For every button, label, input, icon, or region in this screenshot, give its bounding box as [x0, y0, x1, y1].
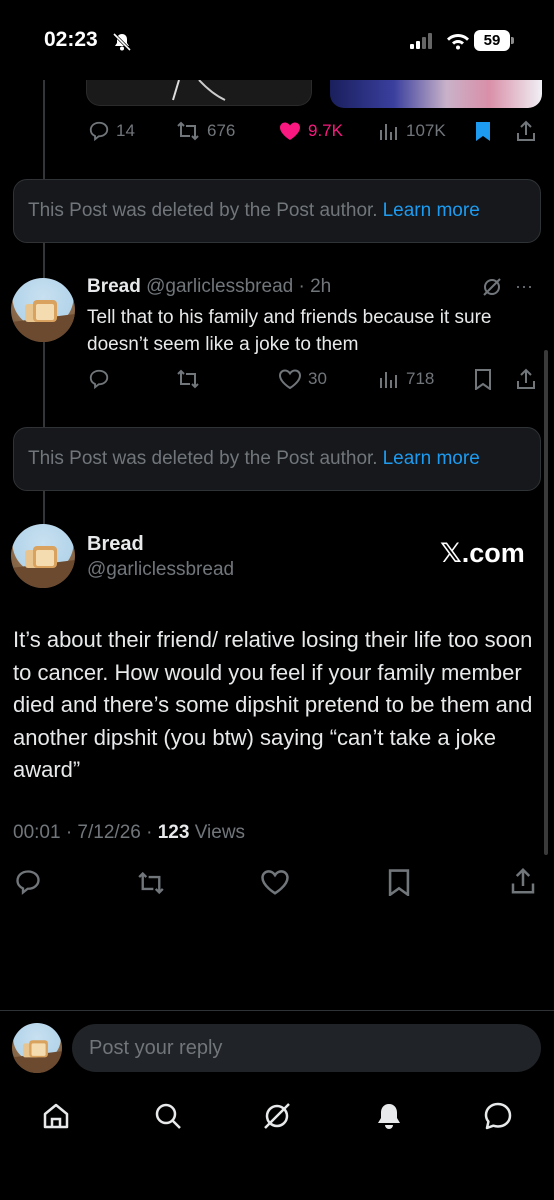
reply-text: Tell that to his family and friends beca… — [87, 307, 492, 355]
share-icon[interactable] — [509, 866, 537, 896]
thread-line — [43, 342, 45, 428]
deleted-post-notice: This Post was deleted by the Post author… — [13, 427, 541, 491]
views-count: 107K — [406, 121, 446, 140]
views-button[interactable]: 718 — [378, 368, 434, 390]
grok-icon[interactable] — [261, 1100, 293, 1132]
learn-more-link[interactable]: Learn more — [383, 200, 480, 222]
avatar[interactable] — [11, 278, 75, 342]
deleted-post-notice: This Post was deleted by the Post author… — [13, 179, 541, 243]
scrollbar[interactable] — [544, 350, 548, 855]
post-text: It’s about their friend/ relative losing… — [13, 627, 533, 782]
wifi-icon — [446, 30, 470, 50]
thread-line — [43, 490, 45, 526]
author-name[interactable]: Bread — [87, 276, 141, 297]
media-image-left[interactable] — [86, 80, 312, 106]
deleted-notice-text: This Post was deleted by the Post author… — [28, 200, 378, 221]
reply-button[interactable]: 14 — [88, 120, 135, 142]
reply-header: Bread @garliclessbread · 2h — [87, 276, 331, 298]
composer-divider — [0, 1010, 554, 1011]
views-count: 123 — [157, 822, 190, 843]
bookmark-filled-icon[interactable] — [473, 120, 493, 142]
repost-icon — [175, 120, 201, 142]
share-icon[interactable] — [515, 367, 537, 391]
author-handle: @garliclessbread — [87, 559, 235, 580]
reply-input[interactable]: Post your reply — [72, 1024, 541, 1072]
views-label: Views — [189, 822, 246, 843]
status-time: 02:23 — [44, 28, 98, 51]
views-count: 718 — [406, 369, 435, 388]
bell-slash-icon — [112, 32, 132, 52]
views-icon — [378, 368, 400, 390]
more-options-icon[interactable]: ··· — [515, 276, 533, 297]
repost-button[interactable]: 676 — [175, 120, 235, 142]
battery-indicator: 59 — [474, 30, 510, 51]
messages-icon[interactable] — [482, 1100, 514, 1132]
thread-line — [43, 80, 45, 180]
avatar[interactable] — [11, 524, 75, 588]
search-icon[interactable] — [152, 1100, 184, 1132]
reply-button[interactable] — [14, 868, 42, 896]
views-icon — [378, 120, 400, 142]
home-icon[interactable] — [40, 1100, 72, 1132]
author-handle-time: @garliclessbread · 2h — [146, 276, 332, 297]
bookmark-icon[interactable] — [386, 868, 412, 896]
views-button[interactable]: 107K — [378, 120, 446, 142]
thread-line — [43, 243, 45, 278]
learn-more-link[interactable]: Learn more — [383, 448, 480, 470]
heart-icon — [278, 368, 302, 390]
repost-count: 676 — [207, 121, 236, 140]
reply-icon — [88, 120, 110, 142]
avatar[interactable] — [12, 1023, 62, 1073]
reply-button[interactable] — [88, 368, 110, 390]
deleted-notice-text: This Post was deleted by the Post author… — [28, 448, 378, 469]
heart-filled-icon — [278, 120, 302, 142]
like-button[interactable]: 30 — [278, 368, 327, 390]
xcom-watermark: 𝕏.com — [440, 538, 525, 568]
signal-icon — [410, 33, 438, 49]
like-button[interactable] — [260, 868, 290, 896]
grok-icon[interactable] — [481, 276, 503, 298]
reply-count: 14 — [116, 121, 135, 140]
battery-tip — [511, 37, 514, 44]
repost-button[interactable] — [135, 870, 167, 896]
bookmark-icon[interactable] — [473, 368, 493, 390]
repost-button[interactable] — [175, 368, 201, 390]
author-name[interactable]: Bread — [87, 533, 144, 556]
post-timestamp: 00:01 · 7/12/26 · — [13, 822, 158, 843]
like-count: 30 — [308, 369, 327, 388]
notifications-icon[interactable] — [373, 1100, 405, 1132]
share-icon[interactable] — [515, 119, 537, 143]
like-count: 9.7K — [308, 121, 343, 140]
media-image-right[interactable] — [330, 80, 542, 108]
like-button[interactable]: 9.7K — [278, 120, 343, 142]
post-meta: 00:01 · 7/12/26 · 123 Views — [13, 822, 245, 844]
